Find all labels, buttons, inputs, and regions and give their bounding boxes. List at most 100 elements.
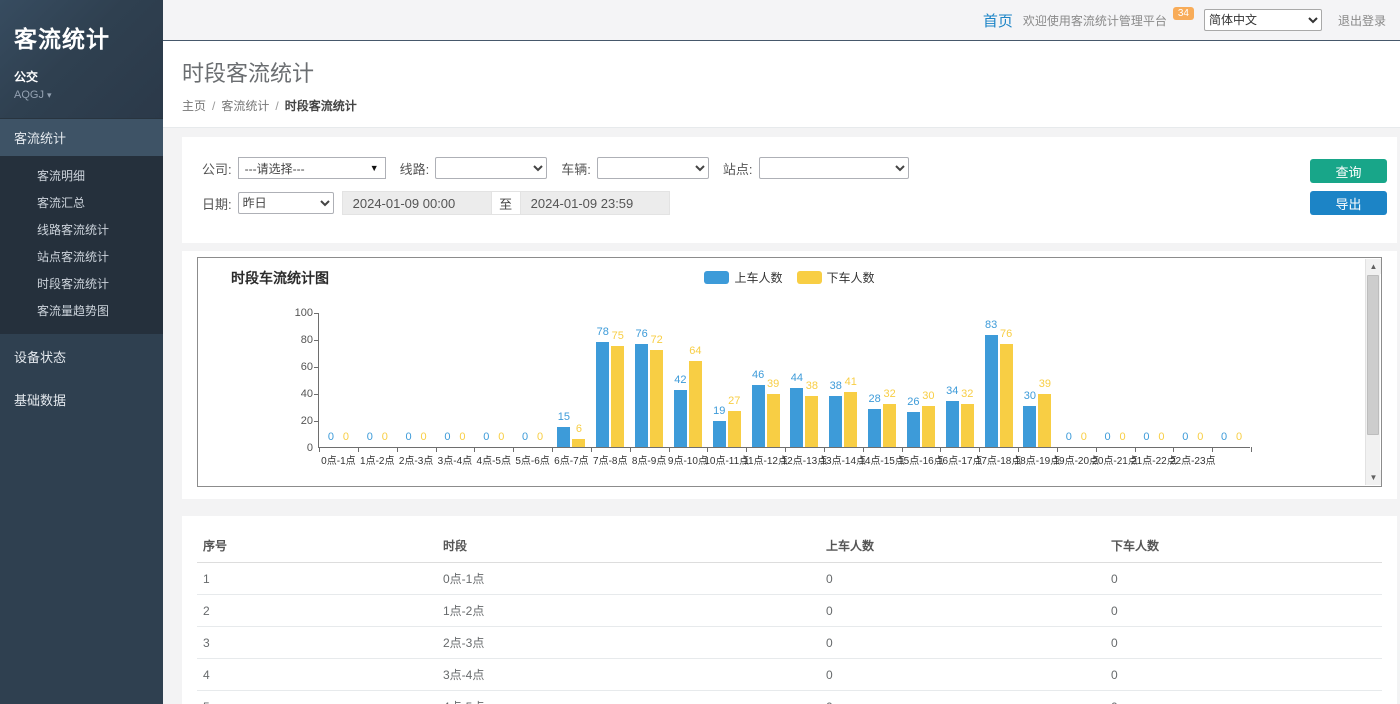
y-axis-tick-label: 80 [283,334,313,346]
station-select[interactable] [759,157,909,179]
legend-item-0[interactable]: 上车人数 [704,269,782,286]
bar-boarding [1023,406,1036,447]
data-table: 序号时段上车人数下车人数 10点-1点0021点-2点0032点-3点0043点… [197,529,1382,704]
bar-value-label: 0 [421,431,427,443]
company-select[interactable]: ---请选择--- ▼ [238,157,386,179]
x-axis-label: 4点-5点 [477,452,511,467]
logout-link[interactable]: 退出登录 [1338,12,1386,29]
breadcrumb-item: 时段客流统计 [285,99,357,113]
bar-alighting [844,392,857,447]
sidebar-item-0-2[interactable]: 线路客流统计 [0,216,163,243]
bar-value-label: 75 [612,330,624,342]
bar-value-label: 32 [883,388,895,400]
x-axis-label: 7点-8点 [593,452,627,467]
scroll-down-icon[interactable]: ▼ [1366,470,1381,485]
notification-badge[interactable]: 34 [1173,7,1194,20]
app-root: 客流统计 公交 AQGJ▾ 客流统计客流明细客流汇总线路客流统计站点客流统计时段… [0,0,1400,704]
company-label: 公司: [202,159,232,178]
bar-value-label: 0 [367,431,373,443]
scroll-up-icon[interactable]: ▲ [1366,259,1381,274]
bar-boarding [946,401,959,447]
breadcrumb-item[interactable]: 主页 [182,99,206,113]
query-button[interactable]: 查询 [1310,159,1387,183]
bar-value-label: 0 [1105,431,1111,443]
org-code-label: AQGJ [14,89,44,101]
bar-boarding [907,412,920,447]
home-link[interactable]: 首页 [983,10,1013,31]
bar-boarding [985,335,998,447]
export-button[interactable]: 导出 [1310,191,1387,215]
table-row: 10点-1点00 [197,563,1382,595]
table-row: 54点-5点00 [197,691,1382,704]
bar-value-label: 27 [728,395,740,407]
x-axis-tick [591,447,592,452]
table-cell: 0点-1点 [437,563,820,595]
sidebar-section-2[interactable]: 基础数据 [0,379,163,420]
legend-swatch-boarding [704,271,729,284]
company-select-value: ---请选择--- [245,160,305,177]
bar-boarding [596,342,609,447]
sidebar-item-0-5[interactable]: 客流量趋势图 [0,297,163,324]
y-axis-tick [314,421,319,422]
table-cell: 0 [820,659,1105,691]
bar-value-label: 64 [689,345,701,357]
bar-alighting [728,411,741,447]
line-label: 线路: [400,159,430,178]
filter-row-2: 日期: 昨日 至 [188,191,1377,215]
chart-legend: 上车人数下车人数 [198,269,1381,286]
date-preset-select[interactable]: 昨日 [238,192,334,214]
vehicle-label: 车辆: [561,159,591,178]
bar-value-label: 76 [635,328,647,340]
table-row: 32点-3点00 [197,627,1382,659]
bar-value-label: 0 [459,431,465,443]
scrollbar-thumb[interactable] [1367,275,1379,435]
bar-value-label: 28 [868,393,880,405]
bar-value-label: 0 [328,431,334,443]
bar-value-label: 0 [1158,431,1164,443]
page-title: 时段客流统计 [182,56,1400,88]
bar-boarding [752,385,765,447]
line-select[interactable] [435,157,547,179]
date-to-input[interactable] [520,191,670,215]
app-logo: 客流统计 [14,20,149,54]
bar-value-label: 46 [752,369,764,381]
bar-value-label: 30 [922,390,934,402]
y-axis-tick [314,340,319,341]
x-axis-label: 8点-9点 [632,452,666,467]
sidebar-item-0-1[interactable]: 客流汇总 [0,189,163,216]
legend-item-1[interactable]: 下车人数 [797,269,875,286]
x-axis-tick [358,447,359,452]
vehicle-select[interactable] [597,157,709,179]
bar-boarding [557,427,570,447]
sidebar-section-0[interactable]: 客流统计 [0,118,163,156]
org-code-dropdown[interactable]: AQGJ▾ [14,89,149,101]
bar-value-label: 0 [343,431,349,443]
language-select[interactable]: 简体中文 [1204,9,1322,31]
table-cell: 0 [820,563,1105,595]
legend-label: 上车人数 [734,269,782,286]
breadcrumb-item[interactable]: 客流统计 [221,99,269,113]
x-axis-label: 2点-3点 [399,452,433,467]
x-axis-tick [319,447,320,452]
sidebar-section-1[interactable]: 设备状态 [0,336,163,377]
x-axis-tick [397,447,398,452]
filter-panel: 公司: ---请选择--- ▼ 线路: 车辆: 站点: 日期: 昨日 [182,137,1397,243]
chart-scrollbar[interactable]: ▲ ▼ [1365,259,1380,485]
bar-value-label: 0 [483,431,489,443]
bar-boarding [868,409,881,447]
x-axis-tick [513,447,514,452]
bar-alighting [961,404,974,447]
bar-value-label: 0 [444,431,450,443]
bar-boarding [790,388,803,447]
bar-value-label: 0 [1066,431,1072,443]
sidebar-item-0-3[interactable]: 站点客流统计 [0,243,163,270]
sidebar-item-0-0[interactable]: 客流明细 [0,162,163,189]
org-name: 公交 [14,68,149,85]
bar-value-label: 19 [713,405,725,417]
table-cell: 0 [1105,659,1382,691]
sidebar-item-0-4[interactable]: 时段客流统计 [0,270,163,297]
bar-value-label: 83 [985,319,997,331]
date-from-input[interactable] [342,191,492,215]
x-axis-label: 6点-7点 [554,452,588,467]
bar-value-label: 39 [767,378,779,390]
